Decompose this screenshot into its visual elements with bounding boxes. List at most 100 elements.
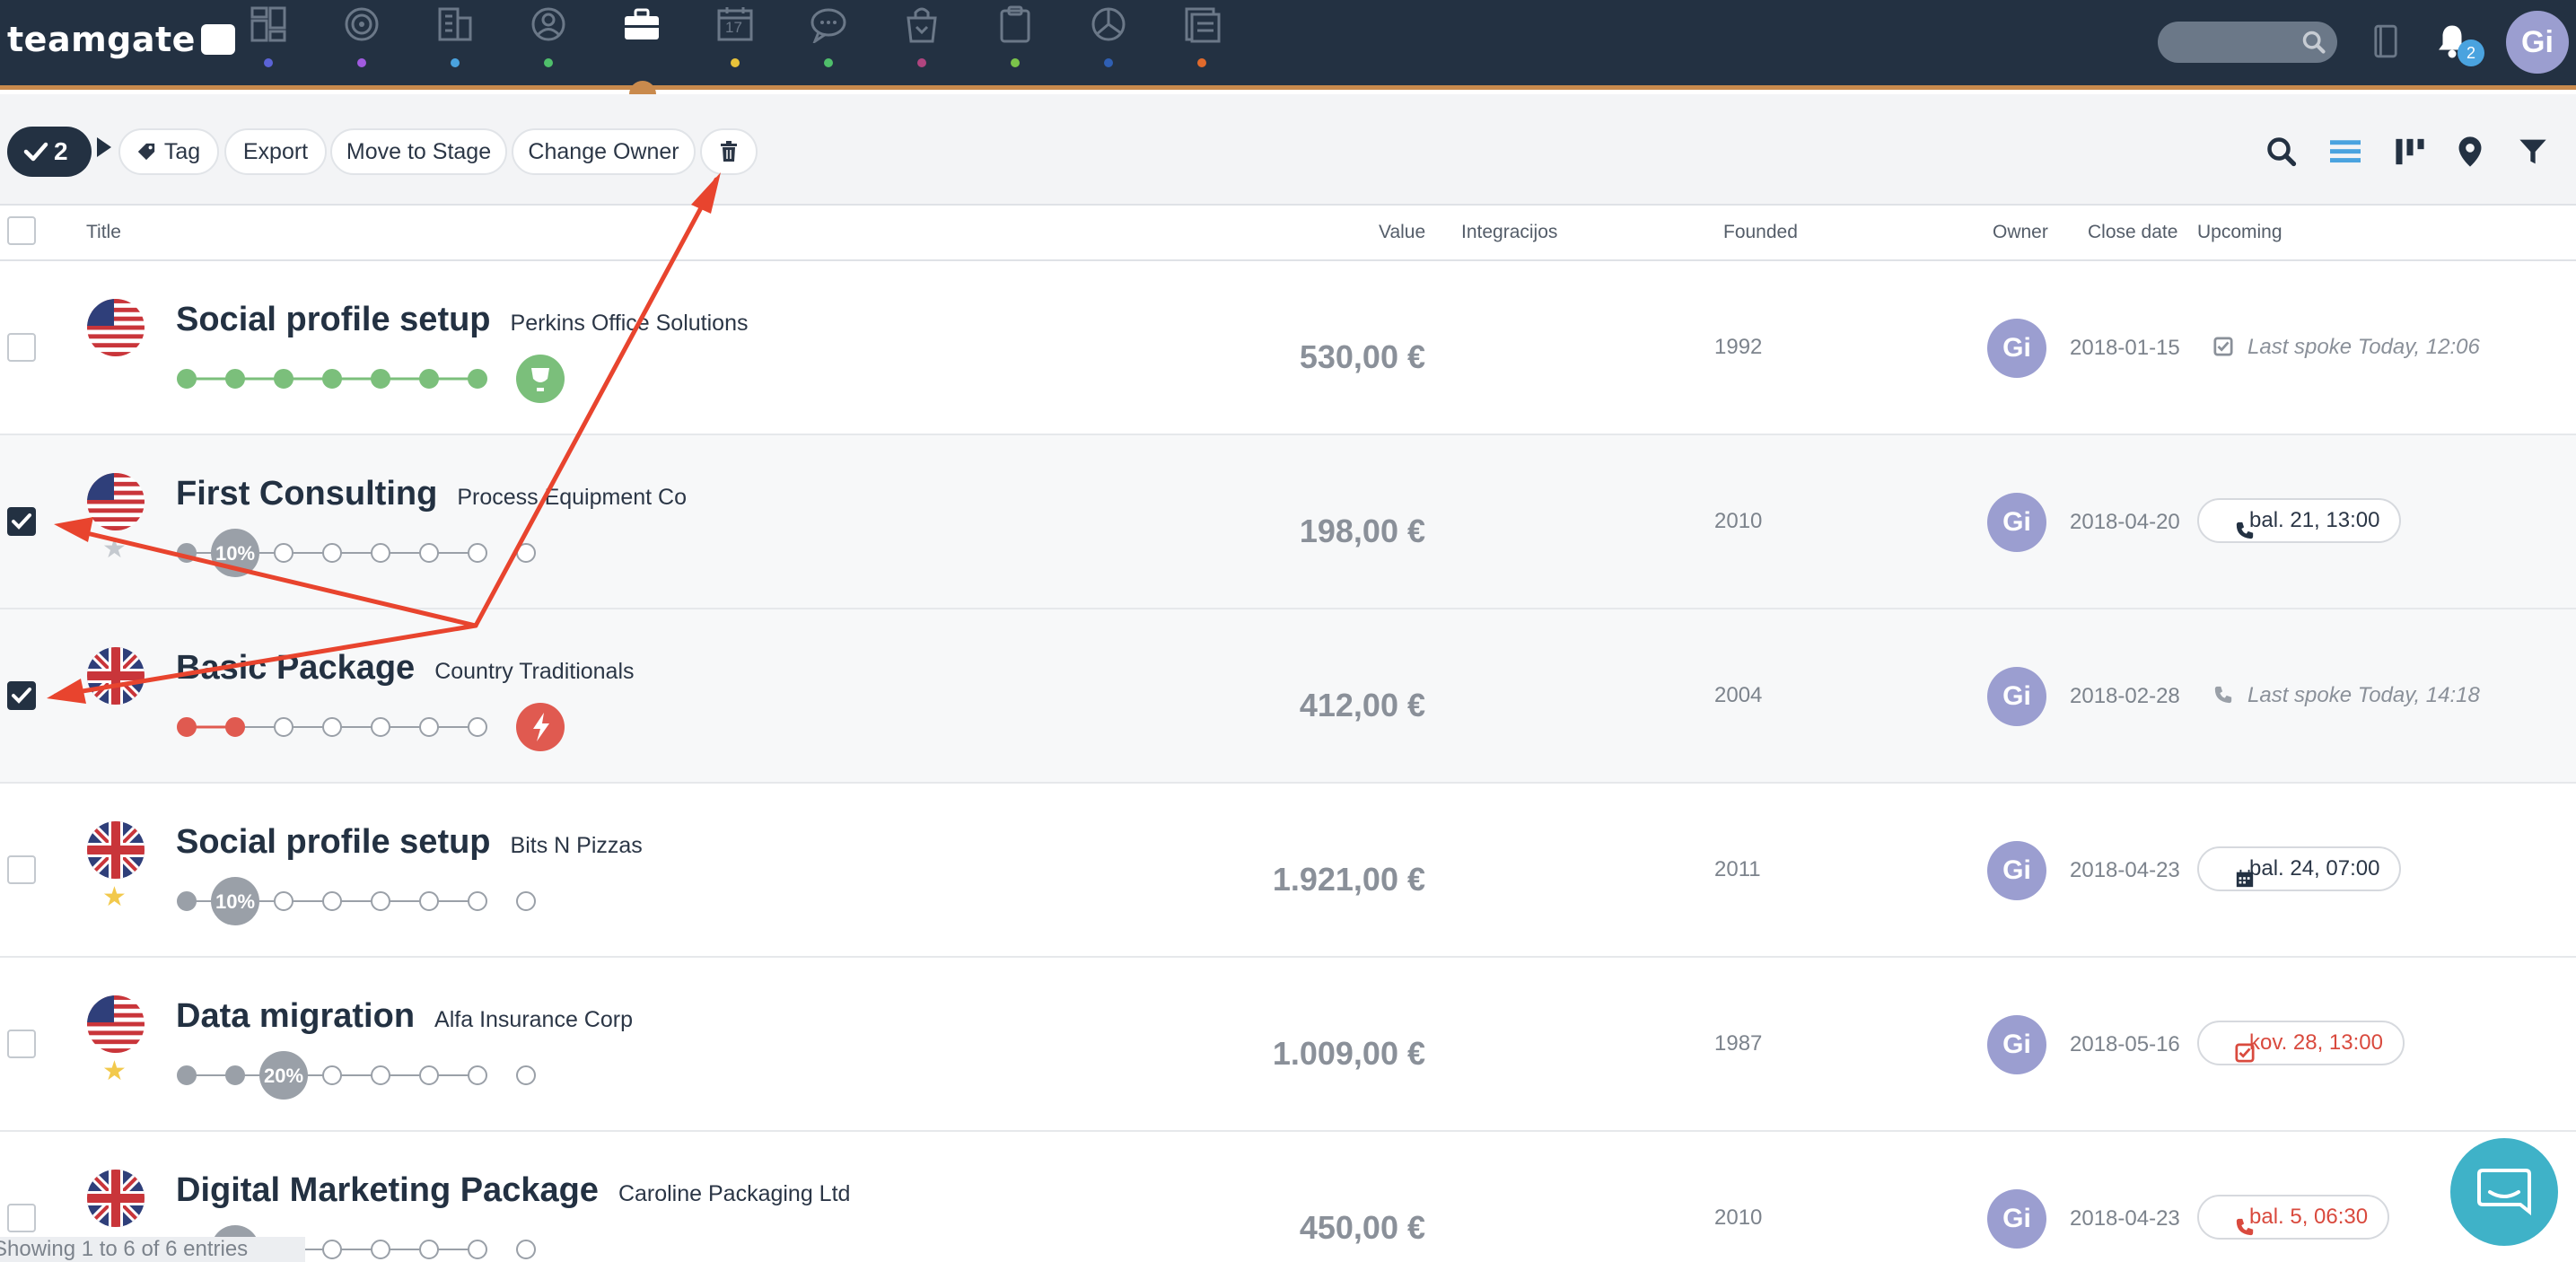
deal-pipeline[interactable]: 10% xyxy=(176,524,643,586)
column-founded[interactable]: Founded xyxy=(1723,222,1798,243)
table-row[interactable]: ★ First Consulting Process Equipment Co 10%… xyxy=(0,435,2576,609)
global-search-input[interactable] xyxy=(2158,22,2337,63)
deal-title[interactable]: Social profile setup Perkins Office Solut… xyxy=(176,301,748,339)
deal-title[interactable]: Basic Package Country Traditionals xyxy=(176,649,635,688)
nav-item-calendar[interactable]: 17 xyxy=(699,0,771,85)
change-owner-button[interactable]: Change Owner xyxy=(512,128,696,175)
upcoming-activity-pill[interactable]: bal. 24, 07:00 xyxy=(2197,846,2402,891)
list-view-icon[interactable] xyxy=(2330,137,2361,166)
column-value[interactable]: Value xyxy=(1379,222,1425,243)
deal-title[interactable]: Social profile setup Bits N Pizzas xyxy=(176,823,643,862)
row-checkbox[interactable] xyxy=(7,1204,36,1232)
row-checkbox[interactable] xyxy=(7,855,36,884)
owner-avatar[interactable]: Gi xyxy=(1987,1015,2046,1074)
owner-avatar[interactable]: Gi xyxy=(1987,667,2046,726)
column-close-date[interactable]: Close date xyxy=(2088,222,2177,243)
pipeline-extra-stage xyxy=(516,1240,536,1259)
toolbar-expand-arrow[interactable] xyxy=(97,137,111,157)
stage-probability: 20% xyxy=(264,1065,303,1087)
upcoming-activity-pill[interactable]: bal. 5, 06:30 xyxy=(2197,1195,2390,1240)
deal-pipeline[interactable]: 10% xyxy=(176,872,643,934)
nav-item-chat[interactable] xyxy=(793,0,864,85)
deal-pipeline[interactable]: 20% xyxy=(176,1047,643,1109)
column-title[interactable]: Title xyxy=(86,222,121,243)
row-checkbox[interactable] xyxy=(7,333,36,362)
table-row[interactable]: ★ Data migration Alfa Insurance Corp 20% 1.0… xyxy=(0,958,2576,1132)
pipeline-stage xyxy=(468,369,487,389)
deal-value: 450,00 € xyxy=(1299,1209,1425,1246)
close-date: 2018-05-16 xyxy=(2070,1032,2180,1056)
table-row[interactable]: ★ Social profile setup Bits N Pizzas 10% 1.9… xyxy=(0,784,2576,958)
nav-item-clipboard[interactable] xyxy=(979,0,1051,85)
company-name[interactable]: Caroline Packaging Ltd xyxy=(618,1181,851,1206)
user-avatar[interactable]: Gi xyxy=(2506,11,2569,74)
column-integrations[interactable]: Integracijos xyxy=(1461,222,1557,243)
star-icon[interactable]: ★ xyxy=(102,884,127,911)
nav-item-reports[interactable] xyxy=(1166,0,1238,85)
nav-item-target[interactable] xyxy=(326,0,398,85)
upcoming-activity-pill[interactable]: kov. 28, 13:00 xyxy=(2197,1021,2405,1065)
teamgate-logo[interactable]: teamgate xyxy=(7,20,235,59)
deal-pipeline[interactable] xyxy=(176,698,643,760)
nav-dot xyxy=(264,58,273,67)
search-icon xyxy=(2302,31,2326,54)
star-icon[interactable]: ★ xyxy=(102,1058,127,1085)
company-name[interactable]: Bits N Pizzas xyxy=(511,833,643,858)
owner-avatar[interactable]: Gi xyxy=(1987,841,2046,900)
row-checkbox[interactable] xyxy=(7,681,36,710)
upcoming-activity[interactable]: Last spoke Today, 12:06 xyxy=(2247,335,2480,360)
upcoming-activity-pill[interactable]: bal. 21, 13:00 xyxy=(2197,498,2402,543)
deal-title-text[interactable]: Basic Package xyxy=(176,649,415,687)
deal-title-text[interactable]: Data migration xyxy=(176,997,415,1035)
nav-item-dashboard[interactable] xyxy=(232,0,304,85)
founded-year: 1992 xyxy=(1714,335,1763,359)
column-upcoming[interactable]: Upcoming xyxy=(2197,222,2282,243)
country-flag-icon xyxy=(87,821,145,879)
row-checkbox[interactable] xyxy=(7,1030,36,1058)
export-button[interactable]: Export xyxy=(224,128,327,175)
company-name[interactable]: Process Equipment Co xyxy=(457,485,687,510)
nav-item-pie-chart[interactable] xyxy=(1073,0,1144,85)
book-icon[interactable] xyxy=(2373,23,2398,59)
table-row[interactable]: Basic Package Country Traditionals 412,00 … xyxy=(0,609,2576,784)
move-to-stage-button[interactable]: Move to Stage xyxy=(330,128,507,175)
tag-button[interactable]: Tag xyxy=(118,128,219,175)
nav-item-deals[interactable] xyxy=(606,0,678,108)
owner-avatar[interactable]: Gi xyxy=(1987,319,2046,378)
deal-title[interactable]: Digital Marketing Package Caroline Packag… xyxy=(176,1171,850,1210)
company-name[interactable]: Alfa Insurance Corp xyxy=(434,1007,633,1032)
deal-title[interactable]: First Consulting Process Equipment Co xyxy=(176,475,687,513)
search-icon[interactable] xyxy=(2265,136,2298,168)
upcoming-activity[interactable]: Last spoke Today, 14:18 xyxy=(2247,683,2480,708)
company-name[interactable]: Perkins Office Solutions xyxy=(511,311,749,336)
table-row[interactable]: Social profile setup Perkins Office Solut… xyxy=(0,261,2576,435)
filter-icon[interactable] xyxy=(2519,137,2547,166)
nav-item-companies[interactable] xyxy=(419,0,491,85)
owner-avatar[interactable]: Gi xyxy=(1987,1189,2046,1249)
owner-avatar[interactable]: Gi xyxy=(1987,493,2046,552)
map-pin-icon[interactable] xyxy=(2458,136,2483,168)
deal-title[interactable]: Data migration Alfa Insurance Corp xyxy=(176,997,633,1036)
column-owner[interactable]: Owner xyxy=(1993,222,2048,243)
pipeline-stage xyxy=(274,543,294,563)
nav-dot xyxy=(451,58,460,67)
notification-badge: 2 xyxy=(2458,39,2484,66)
live-chat-button[interactable] xyxy=(2450,1138,2558,1246)
deal-pipeline[interactable] xyxy=(176,350,643,412)
kanban-view-icon[interactable] xyxy=(2395,137,2425,166)
founded-year: 2004 xyxy=(1714,683,1763,707)
deal-title-text[interactable]: Social profile setup xyxy=(176,823,491,861)
delete-button[interactable] xyxy=(700,128,758,175)
selected-count-pill[interactable]: 2 xyxy=(7,127,92,177)
table-row[interactable]: Digital Marketing Package Caroline Packag… xyxy=(0,1132,2576,1262)
company-name[interactable]: Country Traditionals xyxy=(434,659,634,684)
deal-title-text[interactable]: First Consulting xyxy=(176,475,437,513)
deal-title-text[interactable]: Digital Marketing Package xyxy=(176,1171,599,1209)
nav-item-shopping-bag[interactable] xyxy=(886,0,958,85)
deal-title-text[interactable]: Social profile setup xyxy=(176,301,491,338)
nav-item-people[interactable] xyxy=(513,0,584,85)
pipeline-stage xyxy=(322,717,342,737)
select-all-checkbox[interactable] xyxy=(7,216,36,245)
row-checkbox[interactable] xyxy=(7,507,36,536)
star-icon[interactable]: ★ xyxy=(102,536,127,563)
